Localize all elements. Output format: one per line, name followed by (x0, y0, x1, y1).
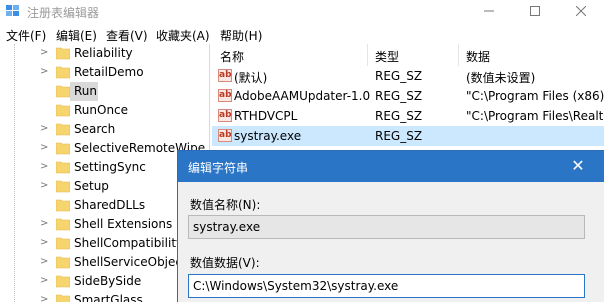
chevron-right-icon[interactable]: > (40, 275, 48, 286)
close-window-button[interactable] (558, 0, 604, 22)
tree-item-label: Shell Extensions (74, 217, 173, 231)
chevron-right-icon[interactable]: > (40, 66, 48, 77)
string-value-icon: ab (218, 89, 232, 102)
tree-item-label: RunOnce (74, 103, 129, 117)
tree-item-label: Search (74, 122, 116, 136)
list-header: 名称 类型 数据 (212, 44, 604, 66)
menu-bar: 文件(F) 编辑(E) 查看(V) 收藏夹(A) 帮助(H) (0, 24, 604, 44)
tree-item-label: SharedDLLs (74, 198, 146, 212)
value-data-label: 数值数据(V): (190, 256, 260, 270)
chevron-right-icon[interactable]: > (40, 218, 48, 229)
chevron-right-icon[interactable]: > (40, 256, 48, 267)
tree-item[interactable]: RunOnce (0, 101, 209, 120)
value-name: RTHDVCPL (234, 109, 298, 123)
maximize-button[interactable] (512, 0, 558, 22)
tree-item-label: Reliability (74, 46, 133, 60)
folder-icon (56, 256, 70, 269)
folder-icon (56, 199, 70, 212)
value-name-field: systray.exe (188, 215, 585, 239)
tree-item[interactable]: > RetailDemo (0, 63, 209, 82)
value-name: systray.exe (234, 129, 302, 143)
column-divider[interactable] (367, 44, 368, 66)
folder-icon (56, 85, 70, 98)
column-divider[interactable] (458, 44, 459, 66)
folder-icon (56, 294, 70, 302)
maximize-icon (530, 6, 540, 16)
tree-item[interactable]: > Search (0, 120, 209, 139)
dialog-title-bar: 编辑字符串 ✕ (178, 151, 604, 182)
folder-icon (56, 142, 70, 155)
folder-icon (56, 123, 70, 136)
tree-item-label: SideBySide (74, 274, 142, 288)
edit-string-dialog: 编辑字符串 ✕ 数值名称(N): systray.exe 数值数据(V): C:… (177, 150, 604, 302)
value-type: REG_SZ (375, 129, 423, 143)
string-value-icon: ab (218, 69, 232, 82)
value-row[interactable]: ab (默认) REG_SZ (数值未设置) (212, 66, 604, 86)
folder-icon (56, 66, 70, 79)
dialog-title: 编辑字符串 (188, 161, 249, 175)
chevron-right-icon[interactable]: > (40, 47, 48, 58)
value-row[interactable]: ab systray.exe REG_SZ (212, 126, 604, 146)
chevron-right-icon[interactable]: > (40, 180, 48, 191)
value-data: "C:\Program Files\Realtek (466, 109, 604, 123)
value-data: (数值未设置) (466, 71, 536, 85)
folder-icon (56, 161, 70, 174)
menu-file[interactable]: 文件(F) (6, 27, 46, 44)
column-data[interactable]: 数据 (466, 48, 490, 65)
chevron-right-icon[interactable]: > (40, 294, 48, 302)
value-type: REG_SZ (375, 89, 423, 103)
column-name[interactable]: 名称 (220, 48, 244, 65)
minimize-icon (484, 10, 494, 12)
string-value-icon: ab (218, 109, 232, 122)
close-icon (576, 6, 586, 16)
menu-view[interactable]: 查看(V) (106, 27, 148, 44)
value-row[interactable]: ab RTHDVCPL REG_SZ "C:\Program Files\Realte… (212, 106, 604, 126)
value-type: REG_SZ (375, 69, 423, 83)
folder-icon (56, 47, 70, 60)
tree-item[interactable]: Run (0, 82, 209, 101)
tree-item-label: RetailDemo (74, 65, 144, 79)
string-value-icon: ab (218, 129, 232, 142)
chevron-right-icon[interactable]: > (40, 161, 48, 172)
folder-icon (56, 237, 70, 250)
value-name: AdobeAAMUpdater-1.0 (234, 89, 371, 103)
menu-favorites[interactable]: 收藏夹(A) (156, 27, 210, 44)
value-name: (默认) (234, 71, 268, 85)
chevron-right-icon[interactable]: > (40, 123, 48, 134)
tree-item-label: ShellCompatibility (74, 236, 184, 250)
tree-item[interactable]: > Reliability (0, 44, 209, 63)
value-data-input[interactable]: C:\Windows\System32\systray.exe (188, 274, 585, 298)
registry-icon (6, 5, 19, 16)
value-type: REG_SZ (375, 109, 423, 123)
title-bar: 注册表编辑器 (0, 0, 604, 24)
chevron-right-icon[interactable]: > (40, 142, 48, 153)
column-type[interactable]: 类型 (375, 48, 399, 65)
menu-edit[interactable]: 编辑(E) (56, 27, 97, 44)
window-title: 注册表编辑器 (27, 6, 100, 20)
menu-help[interactable]: 帮助(H) (220, 27, 262, 44)
dialog-close-icon[interactable]: ✕ (566, 156, 590, 176)
tree-item-label: SmartGlass (74, 293, 143, 302)
folder-icon (56, 275, 70, 288)
value-row[interactable]: ab AdobeAAMUpdater-1.0 REG_SZ "C:\Program F… (212, 86, 604, 106)
tree-item-label: Run (74, 84, 98, 98)
tree-item-label: Setup (74, 179, 109, 193)
value-data: "C:\Program Files (x86)\Co (466, 89, 604, 103)
minimize-button[interactable] (466, 0, 512, 22)
chevron-right-icon[interactable]: > (40, 237, 48, 248)
value-name-label: 数值名称(N): (190, 198, 261, 212)
folder-icon (56, 104, 70, 117)
folder-icon (56, 218, 70, 231)
tree-item-label: SettingSync (74, 160, 146, 174)
folder-icon (56, 180, 70, 193)
